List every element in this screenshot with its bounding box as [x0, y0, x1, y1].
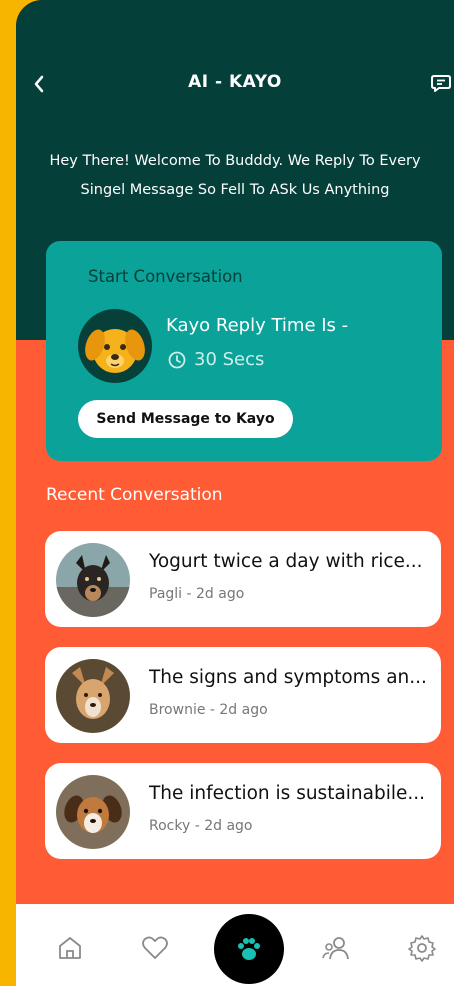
conversation-item[interactable]: The infection is sustainabile... Rocky -…: [45, 763, 441, 859]
conversation-message: Yogurt twice a day with rice...: [149, 551, 423, 572]
reply-time-label: Kayo Reply Time Is -: [166, 315, 349, 336]
conversation-item[interactable]: Yogurt twice a day with rice... Pagli - …: [45, 531, 441, 627]
chat-button[interactable]: [430, 72, 452, 94]
dog-avatar: [56, 775, 130, 849]
send-message-button[interactable]: Send Message to Kayo: [78, 400, 293, 438]
home-icon: [59, 937, 81, 959]
nav-settings[interactable]: [406, 932, 438, 964]
dog-photo-icon: [56, 775, 130, 849]
welcome-text: Hey There! Welcome To Budddy. We Reply T…: [49, 153, 421, 198]
conversation-meta: Brownie - 2d ago: [149, 702, 268, 718]
heart-icon: [142, 936, 168, 959]
conversation-message: The infection is sustainabile...: [149, 783, 426, 804]
conversation-message: The signs and symptoms an...: [149, 667, 427, 688]
reply-time: 30 Secs: [168, 349, 264, 370]
page-title: AI - KAYO: [188, 72, 282, 92]
app-frame: AI - KAYO Hey There! Welcome To Budddy. …: [16, 0, 454, 986]
dog-face-icon: [85, 329, 145, 373]
dog-avatar: [56, 543, 130, 617]
settings-icon: [408, 935, 436, 962]
header: AI - KAYO: [16, 62, 454, 106]
recent-conversation-label: Recent Conversation: [46, 485, 223, 505]
nav-favorites[interactable]: [139, 932, 171, 964]
card-title: Start Conversation: [88, 267, 243, 286]
start-conversation-card: Start Conversation Kayo Reply Time Is - …: [46, 241, 442, 461]
reply-time-value: 30 Secs: [194, 349, 265, 370]
dog-avatar: [56, 659, 130, 733]
nav-people[interactable]: [320, 932, 352, 964]
clock-icon: [168, 351, 186, 368]
bottom-nav: [16, 904, 454, 986]
conversation-meta: Rocky - 2d ago: [149, 818, 253, 834]
nav-paw-button[interactable]: [214, 914, 284, 984]
kayo-avatar: [78, 309, 152, 383]
dog-photo-icon: [56, 543, 130, 617]
dog-photo-icon: [56, 659, 130, 733]
conversation-meta: Pagli - 2d ago: [149, 586, 245, 602]
people-icon: [322, 937, 349, 960]
conversation-item[interactable]: The signs and symptoms an... Brownie - 2…: [45, 647, 441, 743]
paw-icon: [238, 938, 260, 960]
nav-home[interactable]: [54, 932, 86, 964]
chat-icon: [431, 75, 451, 92]
